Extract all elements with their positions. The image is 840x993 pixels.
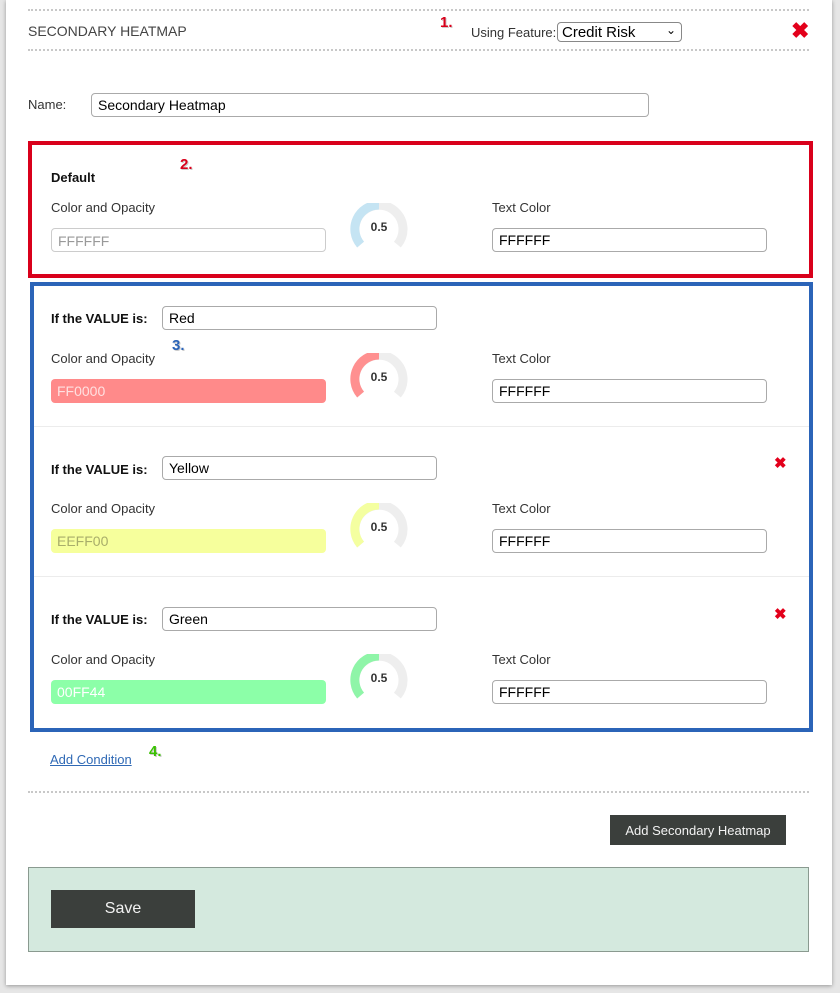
top-divider	[28, 9, 809, 11]
remove-heatmap-icon[interactable]: ✖	[791, 18, 809, 44]
add-condition-link[interactable]: Add Condition	[50, 752, 132, 767]
annotation-2: 2.	[180, 156, 193, 173]
using-feature-label: Using Feature:	[471, 25, 557, 40]
condition-green-color-label: Color and Opacity	[51, 652, 156, 667]
condition-yellow-text-color-input[interactable]: FFFFFF	[492, 529, 767, 553]
feature-select-value: Credit Risk	[562, 24, 636, 41]
condition-red-color-label: Color and Opacity	[51, 351, 156, 366]
condition-red-text-color-input[interactable]: FFFFFF	[492, 379, 767, 403]
annotation-4: 4.	[149, 743, 162, 760]
condition-red-opacity-gauge[interactable]: 0.5	[350, 350, 408, 403]
condition-green-color-input[interactable]: 00FF44	[51, 680, 326, 704]
condition-red-value-label: If the VALUE is:	[51, 311, 148, 326]
condition-yellow-color-input[interactable]: EEFF00	[51, 529, 326, 553]
name-label: Name:	[28, 97, 67, 112]
condition-yellow-value-input[interactable]: Yellow	[162, 456, 437, 480]
default-text-color-label: Text Color	[492, 200, 551, 215]
feature-select[interactable]: Credit Risk ⌄	[557, 22, 682, 42]
annotation-3: 3.	[172, 337, 185, 354]
condition-green-opacity-value: 0.5	[370, 671, 388, 685]
condition-green-text-color-label: Text Color	[492, 652, 551, 667]
condition-yellow-opacity-value: 0.5	[370, 520, 388, 534]
header-divider	[28, 49, 809, 51]
condition-red-value-input[interactable]: Red	[162, 306, 437, 330]
section-title: SECONDARY HEATMAP	[28, 23, 187, 39]
condition-red-text-color-label: Text Color	[492, 351, 551, 366]
condition-divider	[34, 576, 809, 577]
condition-green-text-color-input[interactable]: FFFFFF	[492, 680, 767, 704]
condition-yellow-opacity-gauge[interactable]: 0.5	[350, 500, 408, 553]
condition-green-value-input[interactable]: Green	[162, 607, 437, 631]
add-secondary-heatmap-button[interactable]: Add Secondary Heatmap	[610, 815, 786, 845]
default-opacity-value: 0.5	[370, 220, 388, 234]
condition-green-value-label: If the VALUE is:	[51, 612, 148, 627]
default-title: Default	[51, 170, 96, 185]
annotation-1: 1.	[440, 14, 453, 31]
remove-condition-yellow-icon[interactable]: ✖	[774, 454, 787, 472]
default-color-label: Color and Opacity	[51, 200, 156, 215]
condition-yellow-text-color-label: Text Color	[492, 501, 551, 516]
name-input[interactable]: Secondary Heatmap	[91, 93, 649, 117]
condition-yellow-value-label: If the VALUE is:	[51, 462, 148, 477]
condition-yellow-color-label: Color and Opacity	[51, 501, 156, 516]
remove-condition-green-icon[interactable]: ✖	[774, 605, 787, 623]
footer-divider	[28, 791, 809, 793]
condition-red-color-input[interactable]: FF0000	[51, 379, 326, 403]
default-text-color-input[interactable]: FFFFFF	[492, 228, 767, 252]
default-opacity-gauge[interactable]: 0.5	[350, 200, 408, 253]
save-button[interactable]: Save	[51, 890, 195, 928]
condition-green-opacity-gauge[interactable]: 0.5	[350, 651, 408, 704]
condition-red-opacity-value: 0.5	[370, 370, 388, 384]
default-color-input[interactable]: FFFFFF	[51, 228, 326, 252]
condition-divider	[34, 426, 809, 427]
chevron-down-icon: ⌄	[665, 23, 676, 37]
